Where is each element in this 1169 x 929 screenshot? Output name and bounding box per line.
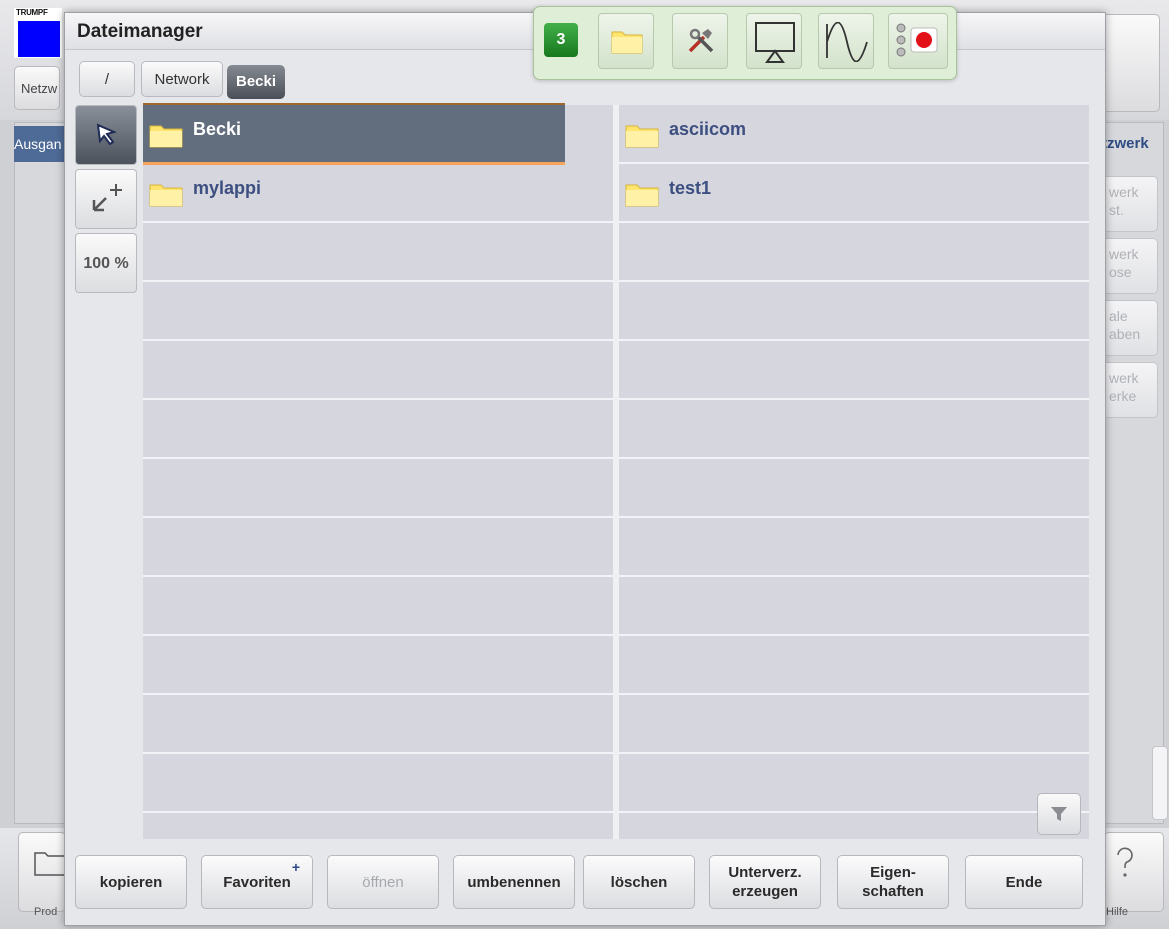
folder-row[interactable]: mylappi bbox=[143, 164, 613, 223]
empty-row bbox=[619, 636, 1089, 695]
folder-outline-icon bbox=[34, 852, 66, 876]
right-panel-header: tzwerk bbox=[1102, 135, 1149, 152]
folder-icon bbox=[625, 184, 659, 207]
empty-row bbox=[143, 341, 613, 400]
filter-icon bbox=[1051, 807, 1067, 821]
help-button-label: Hilfe bbox=[1106, 906, 1129, 918]
empty-row bbox=[143, 459, 613, 518]
select-tool-button[interactable] bbox=[75, 105, 137, 165]
side-button-1-line1: werk bbox=[1109, 184, 1139, 200]
breadcrumb-root[interactable]: / bbox=[79, 61, 135, 97]
help-button[interactable] bbox=[1104, 832, 1164, 912]
folder-icon bbox=[625, 125, 659, 148]
create-subdirectory-label: Unterverz. erzeugen bbox=[728, 864, 802, 900]
notification-badge[interactable]: 3 bbox=[544, 23, 578, 57]
side-button-3-line2: aben bbox=[1109, 326, 1141, 342]
left-panel-header: Ausgan bbox=[14, 126, 66, 162]
side-button-4-line1: werk bbox=[1109, 370, 1139, 386]
folder-icon bbox=[149, 125, 183, 148]
scroll-handle[interactable] bbox=[1152, 746, 1168, 820]
empty-row bbox=[619, 695, 1089, 754]
multi-select-tool-button[interactable] bbox=[75, 169, 137, 229]
close-button[interactable]: Ende bbox=[965, 855, 1083, 909]
side-button-4-line2: erke bbox=[1109, 388, 1137, 404]
filter-button[interactable] bbox=[1037, 793, 1081, 835]
breadcrumb-network[interactable]: Network bbox=[141, 61, 223, 97]
network-tab-button[interactable]: Netzw bbox=[14, 66, 60, 110]
empty-row bbox=[143, 695, 613, 754]
folder-name: asciicom bbox=[669, 119, 747, 139]
quick-toolbar: 3 bbox=[533, 6, 957, 80]
question-mark-icon bbox=[1117, 847, 1133, 877]
logo-text: TRUMPF bbox=[16, 8, 48, 17]
open-button[interactable]: öffnen bbox=[327, 855, 439, 909]
background-left-panel bbox=[14, 122, 68, 824]
product-button[interactable] bbox=[18, 832, 66, 912]
folder-name: test1 bbox=[669, 178, 712, 198]
folder-row[interactable]: Becki bbox=[143, 103, 565, 165]
logo-mark bbox=[18, 21, 60, 57]
empty-row bbox=[619, 223, 1089, 282]
empty-row bbox=[619, 459, 1089, 518]
favorites-button[interactable]: Favoriten + bbox=[201, 855, 313, 909]
side-button-2-line2: ose bbox=[1109, 264, 1132, 280]
cursor-arrow-icon bbox=[96, 123, 117, 146]
dialog-title: Dateimanager bbox=[77, 21, 203, 42]
create-subdirectory-button[interactable]: Unterverz. erzeugen bbox=[709, 855, 821, 909]
side-button-3[interactable]: ale aben bbox=[1100, 300, 1158, 356]
toolbar-status-button[interactable] bbox=[888, 13, 948, 69]
favorites-label: Favoriten bbox=[223, 873, 291, 891]
folder-name: mylappi bbox=[193, 178, 262, 198]
side-button-4[interactable]: werk erke bbox=[1100, 362, 1158, 418]
toolbar-waveform-button[interactable] bbox=[818, 13, 874, 69]
empty-row bbox=[143, 282, 613, 341]
folder-icon bbox=[611, 31, 643, 54]
empty-row bbox=[619, 341, 1089, 400]
cursor-add-icon bbox=[92, 184, 122, 212]
background-top-right-button[interactable] bbox=[1102, 14, 1160, 112]
empty-row bbox=[619, 754, 1089, 813]
folder-row[interactable]: asciicom bbox=[619, 105, 1089, 164]
empty-row bbox=[619, 577, 1089, 636]
side-button-2-line1: werk bbox=[1109, 246, 1139, 262]
tools-icon bbox=[688, 28, 714, 53]
copy-button[interactable]: kopieren bbox=[75, 855, 187, 909]
empty-row bbox=[143, 754, 613, 813]
record-status-icon bbox=[896, 23, 938, 57]
side-button-1[interactable]: werk st. bbox=[1100, 176, 1158, 232]
empty-row bbox=[143, 518, 613, 577]
side-button-1-line2: st. bbox=[1109, 202, 1124, 218]
folder-name: Becki bbox=[193, 119, 242, 139]
delete-button[interactable]: löschen bbox=[583, 855, 695, 909]
empty-row bbox=[143, 577, 613, 636]
empty-row bbox=[619, 518, 1089, 577]
zoom-button[interactable]: 100 % bbox=[75, 233, 137, 293]
empty-row bbox=[143, 636, 613, 695]
empty-row bbox=[143, 400, 613, 459]
folder-row[interactable]: test1 bbox=[619, 164, 1089, 223]
rename-button[interactable]: umbenennen bbox=[453, 855, 575, 909]
product-button-label: Prod bbox=[34, 906, 58, 918]
side-button-2[interactable]: werk ose bbox=[1100, 238, 1158, 294]
empty-row bbox=[619, 282, 1089, 341]
file-manager-dialog: Dateimanager / Network Becki 100 % Becki… bbox=[64, 12, 1106, 926]
side-button-3-line1: ale bbox=[1109, 308, 1128, 324]
properties-button[interactable]: Eigen- schaften bbox=[837, 855, 949, 909]
toolbar-monitor-button[interactable] bbox=[746, 13, 802, 69]
plus-icon: + bbox=[291, 859, 300, 875]
toolbar-folder-button[interactable] bbox=[598, 13, 654, 69]
empty-row bbox=[619, 400, 1089, 459]
monitor-icon bbox=[755, 22, 795, 63]
toolbar-tools-button[interactable] bbox=[672, 13, 728, 69]
file-grid: Becki mylappi asciicom test1 bbox=[143, 103, 1089, 839]
properties-label: Eigen- schaften bbox=[862, 864, 924, 900]
folder-icon bbox=[149, 184, 183, 207]
empty-row bbox=[143, 223, 613, 282]
breadcrumb-becki[interactable]: Becki bbox=[227, 65, 285, 99]
waveform-icon bbox=[826, 22, 868, 62]
